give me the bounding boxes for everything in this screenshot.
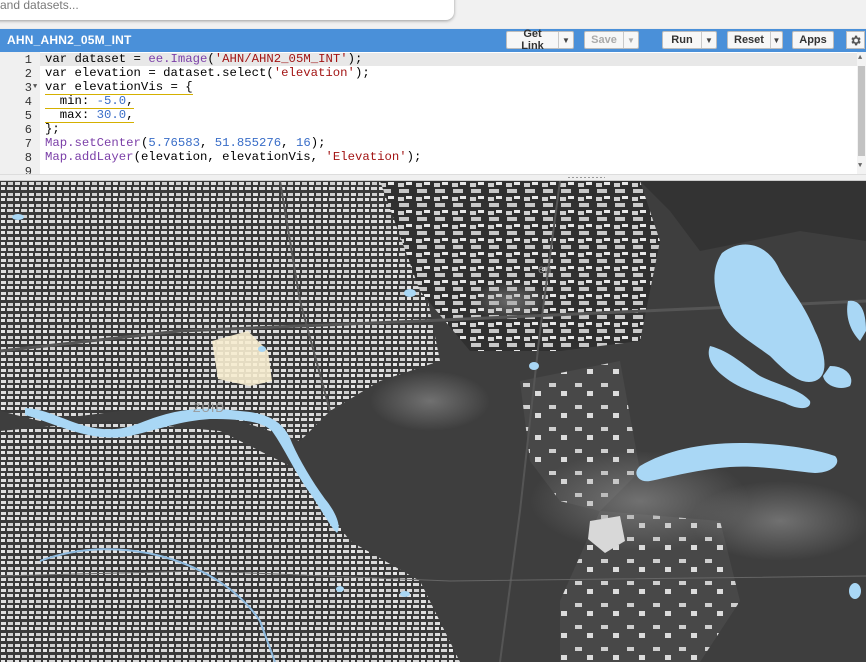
reset-label: Reset [734, 34, 764, 46]
map-label: en [538, 262, 551, 276]
script-header: AHN_AHN2_05M_INT Get Link ▼ Save ▼ Run ▼… [0, 28, 866, 52]
code-line[interactable]: Map.addLayer(elevation, elevationVis, 'E… [45, 150, 421, 164]
chevron-down-icon[interactable]: ▼ [623, 32, 638, 48]
drag-handle-icon[interactable] [567, 176, 605, 179]
search-input[interactable]: and datasets... [0, 0, 454, 20]
get-link-button[interactable]: Get Link ▼ [506, 28, 574, 52]
chevron-down-icon[interactable]: ▼ [769, 32, 782, 48]
line-number: 2 [24, 67, 32, 81]
get-link-label: Get Link [521, 28, 544, 52]
pond [400, 591, 410, 597]
line-number: 4 [24, 95, 32, 109]
script-title: AHN_AHN2_05M_INT [7, 33, 132, 47]
pond [404, 289, 416, 297]
save-button[interactable]: Save ▼ [584, 31, 639, 49]
code-line[interactable]: var dataset = ee.Image('AHN/AHN2_05M_INT… [45, 52, 362, 66]
top-bar: and datasets... [0, 0, 866, 28]
code-line[interactable]: var elevation = dataset.select('elevatio… [45, 66, 370, 80]
apps-button[interactable]: Apps [792, 31, 834, 49]
code-line[interactable]: Map.setCenter(5.76583, 51.855276, 16); [45, 136, 325, 150]
line-number-gutter: 1 2 3 ▼ 4 5 6 7 8 9 [0, 52, 40, 179]
code-line[interactable]: max: 30.0, [45, 108, 134, 123]
pond [529, 362, 539, 370]
pond [849, 583, 861, 599]
line-number: 7 [24, 137, 32, 151]
line-number: 8 [24, 151, 32, 165]
editor-scrollbar[interactable]: ▲ ▼ [857, 52, 866, 174]
pond [12, 214, 24, 220]
chevron-down-icon[interactable]: ▼ [701, 32, 716, 48]
scrollbar-thumb[interactable] [858, 66, 865, 156]
pond [336, 586, 344, 592]
apps-label: Apps [799, 34, 827, 46]
terrain-haze [370, 371, 490, 431]
code-line[interactable]: }; [45, 122, 60, 136]
panel-splitter[interactable] [0, 174, 866, 181]
save-label: Save [591, 34, 617, 46]
line-number: 5 [24, 109, 32, 123]
scroll-up-icon[interactable]: ▲ [858, 54, 862, 62]
gear-icon[interactable] [846, 31, 865, 49]
code-line[interactable]: min: -5.0, [45, 94, 134, 109]
code-line[interactable]: var elevationVis = { [45, 80, 193, 95]
chevron-down-icon[interactable]: ▼ [558, 32, 573, 48]
reset-button[interactable]: Reset ▼ [727, 31, 783, 49]
run-label: Run [671, 34, 693, 46]
run-button[interactable]: Run ▼ [662, 31, 717, 49]
pond [258, 346, 266, 352]
map-label: ZUID [193, 401, 225, 415]
line-number: 1 [24, 53, 32, 67]
fold-arrow-icon[interactable]: ▼ [33, 83, 37, 91]
elevation-map[interactable]: en ZUID [0, 181, 866, 662]
terrain-haze [690, 481, 866, 561]
search-placeholder: and datasets... [0, 0, 79, 12]
scroll-down-icon[interactable]: ▼ [858, 162, 862, 170]
line-number: 3 [24, 81, 32, 95]
map-view[interactable]: en ZUID [0, 181, 866, 662]
line-number: 6 [24, 123, 32, 137]
code-editor[interactable]: 1 2 3 ▼ 4 5 6 7 8 9 var dataset = ee.Ima… [0, 52, 866, 179]
